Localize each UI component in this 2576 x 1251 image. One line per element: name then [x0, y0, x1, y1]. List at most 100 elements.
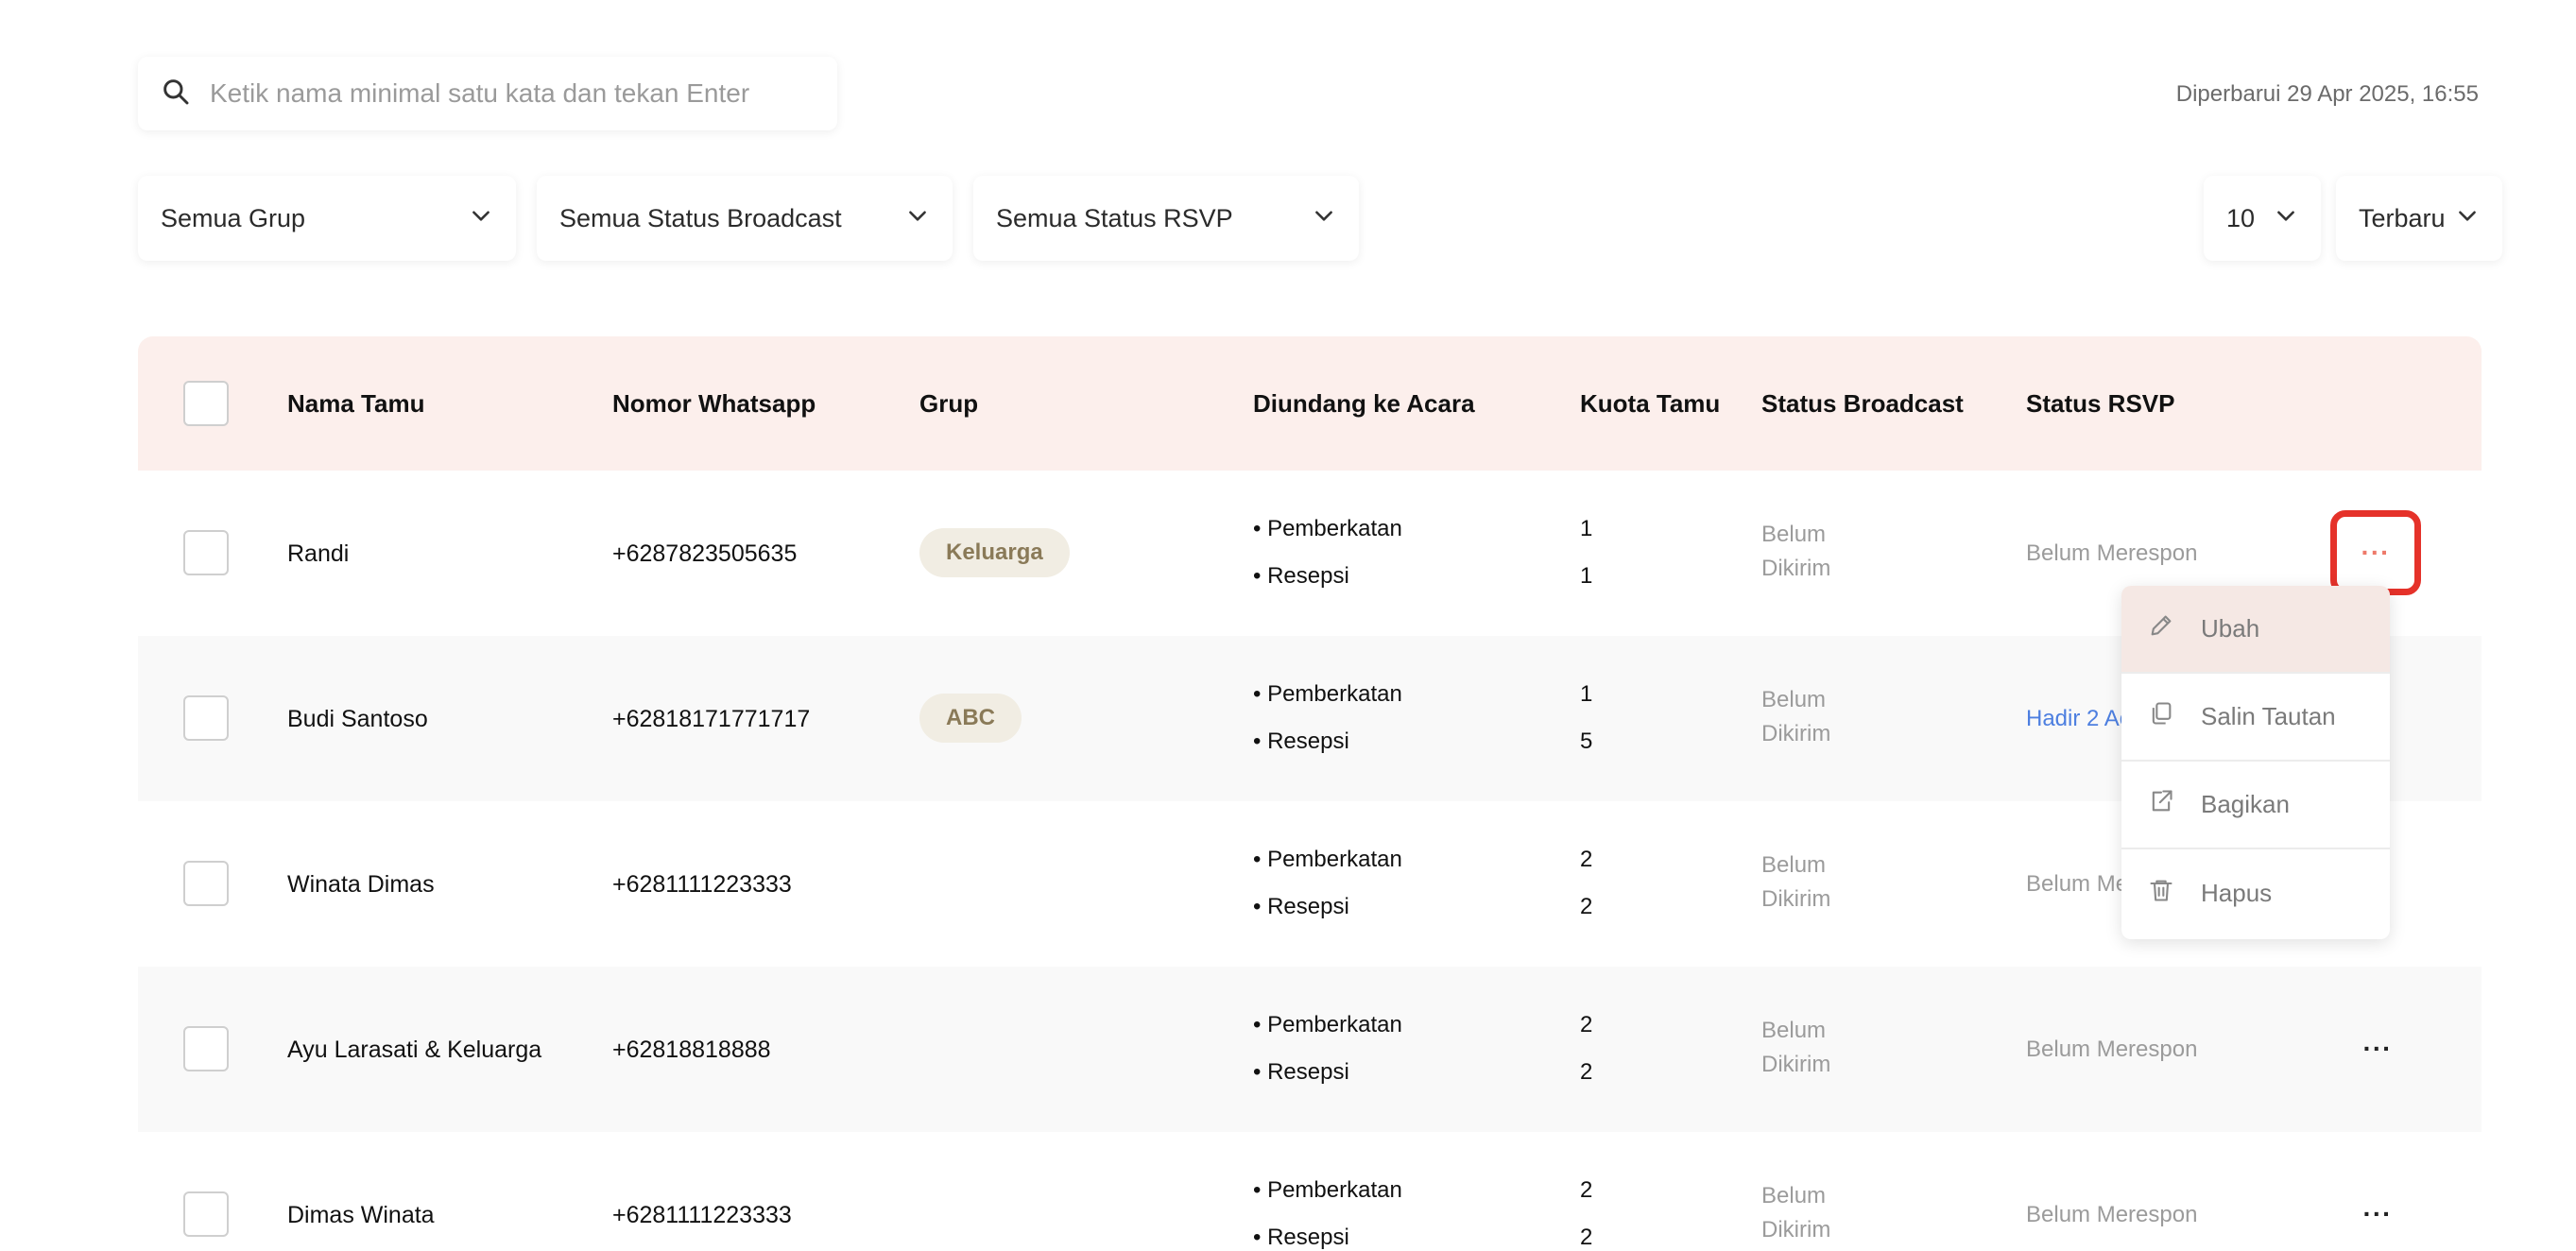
quota-value: 1	[1580, 563, 1593, 589]
quota-value: 2	[1580, 1059, 1593, 1085]
menu-item-delete[interactable]: Hapus	[2121, 849, 2390, 937]
row-actions-menu: Ubah Salin Tautan Bagikan Hapus	[2121, 586, 2390, 939]
search-input[interactable]	[210, 78, 796, 109]
table-row: Ayu Larasati & Keluarga +62818818888 • P…	[138, 967, 2482, 1132]
quota-value: 2	[1580, 1177, 1593, 1203]
row-checkbox[interactable]	[183, 1026, 229, 1071]
search-icon	[161, 77, 191, 111]
menu-item-label: Hapus	[2201, 879, 2273, 907]
broadcast-status-line: Belum	[1761, 1018, 1827, 1043]
group-filter-value: Semua Grup	[161, 203, 306, 232]
menu-item-label: Ubah	[2201, 614, 2260, 643]
guest-phone: +6281111223333	[612, 1202, 792, 1228]
guest-name: Winata Dimas	[287, 871, 435, 898]
event-item: • Resepsi	[1253, 1059, 1349, 1085]
broadcast-filter-dropdown[interactable]: Semua Status Broadcast	[537, 176, 953, 261]
chevron-down-icon	[1312, 203, 1336, 234]
column-header-phone: Nomor Whatsapp	[612, 388, 816, 418]
group-badge: ABC	[919, 694, 1022, 743]
chevron-down-icon	[2455, 203, 2480, 234]
column-header-events: Diundang ke Acara	[1253, 388, 1475, 418]
select-all-checkbox[interactable]	[183, 381, 229, 426]
chevron-down-icon	[2274, 203, 2298, 234]
broadcast-filter-value: Semua Status Broadcast	[559, 203, 842, 232]
pencil-icon	[2148, 612, 2201, 645]
row-checkbox[interactable]	[183, 861, 229, 906]
group-filter-dropdown[interactable]: Semua Grup	[138, 176, 516, 261]
chevron-down-icon	[905, 203, 930, 234]
broadcast-status-line: Dikirim	[1761, 721, 1831, 746]
broadcast-status: Belum Dikirim	[1761, 848, 1830, 917]
rsvp-filter-dropdown[interactable]: Semua Status RSVP	[973, 176, 1359, 261]
event-item: • Resepsi	[1253, 894, 1349, 919]
broadcast-status-line: Belum	[1761, 1183, 1827, 1208]
sort-value: Terbaru	[2359, 203, 2446, 232]
broadcast-status: Belum Dikirim	[1761, 1014, 1830, 1082]
rsvp-status: Belum Me	[2026, 871, 2129, 897]
event-item: • Pemberkatan	[1253, 1012, 1402, 1037]
more-actions-button[interactable]: ···	[2359, 1199, 2396, 1228]
broadcast-status-line: Belum	[1761, 852, 1827, 878]
broadcast-status: Belum Dikirim	[1761, 683, 1830, 751]
page-size-dropdown[interactable]: 10	[2204, 176, 2321, 261]
menu-item-share[interactable]: Bagikan	[2121, 762, 2390, 849]
search-box[interactable]	[138, 57, 837, 130]
guest-phone: +6287823505635	[612, 540, 798, 567]
row-checkbox[interactable]	[183, 695, 229, 741]
guest-name: Dimas Winata	[287, 1202, 435, 1228]
page-size-value: 10	[2226, 203, 2256, 232]
rsvp-status[interactable]: Hadir 2 Ac	[2026, 706, 2131, 732]
guest-phone: +6281111223333	[612, 871, 792, 898]
sort-dropdown[interactable]: Terbaru	[2336, 176, 2502, 261]
last-updated-text: Diperbarui 29 Apr 2025, 16:55	[2175, 81, 2479, 107]
broadcast-status: Belum Dikirim	[1761, 1179, 1830, 1247]
guest-name: Randi	[287, 540, 350, 567]
guest-quota: 11	[1580, 506, 1592, 600]
column-header-rsvp: Status RSVP	[2026, 388, 2175, 418]
event-item: • Resepsi	[1253, 1225, 1349, 1250]
broadcast-status: Belum Dikirim	[1761, 518, 1830, 586]
more-actions-button[interactable]: ···	[2330, 510, 2421, 595]
rsvp-status: Belum Merespon	[2026, 1037, 2198, 1062]
broadcast-status-line: Belum	[1761, 522, 1827, 547]
rsvp-status: Belum Merespon	[2026, 540, 2198, 566]
more-actions-button[interactable]: ···	[2359, 1034, 2396, 1063]
broadcast-status-line: Dikirim	[1761, 1217, 1831, 1242]
rsvp-filter-value: Semua Status RSVP	[996, 203, 1233, 232]
chevron-down-icon	[469, 203, 493, 234]
row-checkbox[interactable]	[183, 530, 229, 575]
menu-item-copy-link[interactable]: Salin Tautan	[2121, 674, 2390, 762]
guest-quota: 22	[1580, 1167, 1592, 1251]
guest-quota: 22	[1580, 836, 1592, 931]
menu-item-label: Salin Tautan	[2201, 702, 2336, 730]
invited-events: • Pemberkatan • Resepsi	[1253, 671, 1402, 765]
column-header-quota: Kuota Tamu	[1580, 388, 1721, 418]
guest-phone: +62818818888	[612, 1037, 771, 1063]
quota-value: 2	[1580, 1225, 1593, 1250]
quota-value: 1	[1580, 681, 1593, 707]
copy-icon	[2148, 700, 2201, 733]
guest-quota: 15	[1580, 671, 1592, 765]
event-item: • Pemberkatan	[1253, 847, 1402, 872]
quota-value: 1	[1580, 516, 1593, 541]
quota-value: 2	[1580, 1012, 1593, 1037]
column-header-name: Nama Tamu	[287, 388, 425, 418]
guest-name: Budi Santoso	[287, 706, 428, 732]
quota-value: 2	[1580, 847, 1593, 872]
event-item: • Pemberkatan	[1253, 516, 1402, 541]
quota-value: 2	[1580, 894, 1593, 919]
event-item: • Pemberkatan	[1253, 1177, 1402, 1203]
guest-quota: 22	[1580, 1002, 1592, 1096]
quota-value: 5	[1580, 728, 1593, 754]
guest-phone: +62818171771717	[612, 706, 811, 732]
menu-item-edit[interactable]: Ubah	[2121, 586, 2390, 674]
invited-events: • Pemberkatan • Resepsi	[1253, 1002, 1402, 1096]
broadcast-status-line: Dikirim	[1761, 1052, 1831, 1077]
rsvp-status: Belum Merespon	[2026, 1202, 2198, 1227]
row-checkbox[interactable]	[183, 1191, 229, 1237]
invited-events: • Pemberkatan • Resepsi	[1253, 506, 1402, 600]
event-item: • Pemberkatan	[1253, 681, 1402, 707]
guest-name: Ayu Larasati & Keluarga	[287, 1037, 542, 1063]
broadcast-status-line: Belum	[1761, 687, 1827, 712]
group-badge: Keluarga	[919, 528, 1070, 577]
